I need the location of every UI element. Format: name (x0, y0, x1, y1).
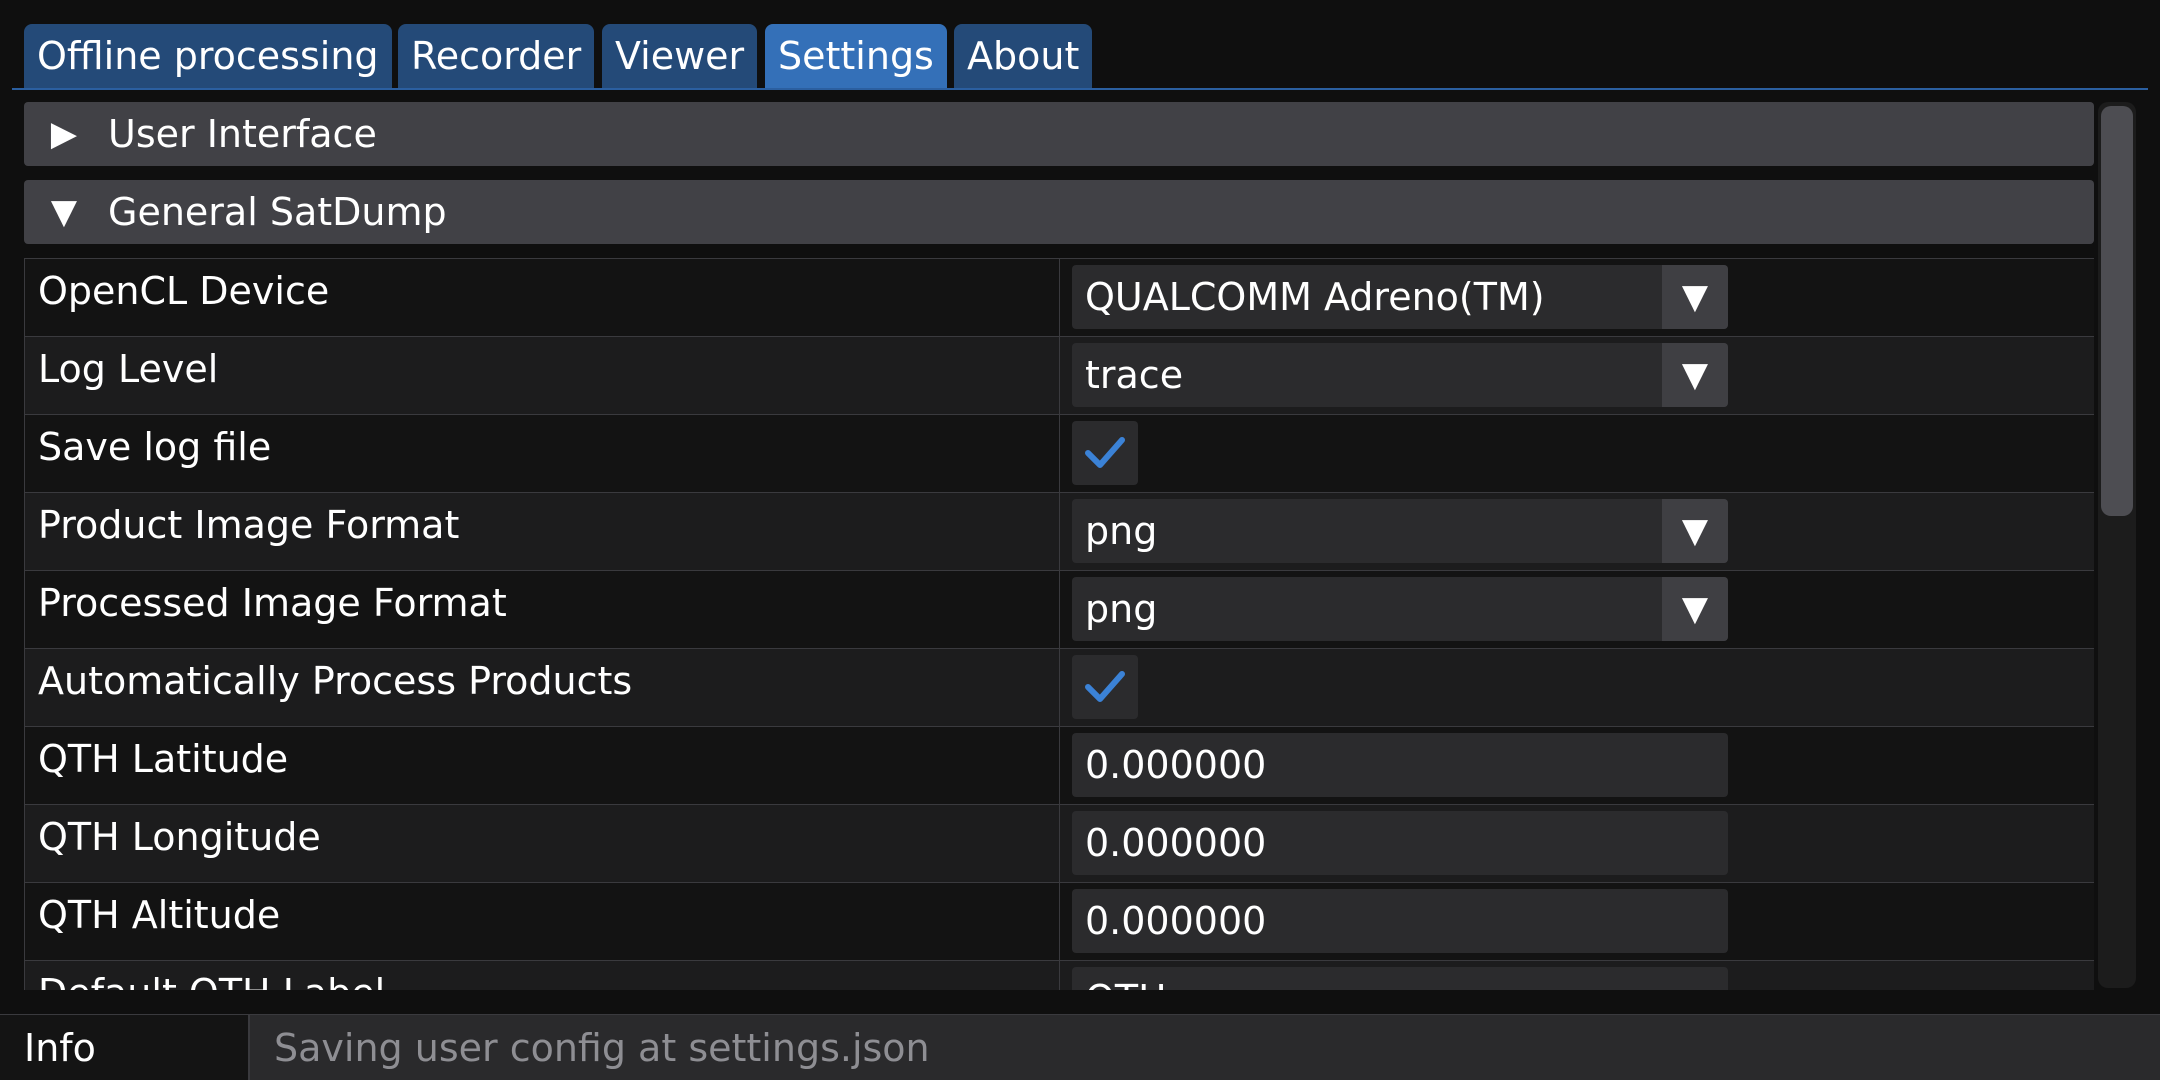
select-value: QUALCOMM Adreno(TM) (1085, 275, 1545, 319)
section-general-satdump[interactable]: ▼ General SatDump (24, 180, 2094, 244)
processed-image-format-select[interactable]: png ▼ (1072, 577, 1728, 641)
setting-row-qth-longitude: QTH Longitude 0.000000 (25, 805, 2094, 883)
product-image-format-select[interactable]: png ▼ (1072, 499, 1728, 563)
status-level-tag: Info (0, 1015, 250, 1080)
input-value: 0.000000 (1085, 821, 1267, 865)
qth-longitude-input[interactable]: 0.000000 (1072, 811, 1728, 875)
setting-row-qth-latitude: QTH Latitude 0.000000 (25, 727, 2094, 805)
column-divider (1059, 571, 1060, 649)
tab-offline-processing[interactable]: Offline processing (24, 24, 392, 88)
status-bar: Info Saving user config at settings.json (0, 1014, 2160, 1080)
triangle-down-icon: ▼ (50, 192, 78, 232)
setting-row-qth-altitude: QTH Altitude 0.000000 (25, 883, 2094, 961)
checkmark-icon (1085, 437, 1125, 468)
status-message: Saving user config at settings.json (274, 1026, 930, 1070)
setting-row-save-log-file: Save log file (25, 415, 2094, 493)
select-value: png (1085, 587, 1158, 631)
setting-label: Default QTH Label (38, 969, 385, 990)
scrollbar-thumb[interactable] (2101, 106, 2133, 516)
setting-row-opencl-device: OpenCL Device QUALCOMM Adreno(TM) ▼ (25, 259, 2094, 337)
input-value: QTH (1085, 967, 1167, 990)
settings-panel: ▶ User Interface ▼ General SatDump OpenC… (24, 102, 2094, 990)
tab-settings[interactable]: Settings (765, 24, 947, 88)
setting-row-log-level: Log Level trace ▼ (25, 337, 2094, 415)
column-divider (1059, 649, 1060, 727)
setting-row-processed-image-format: Processed Image Format png ▼ (25, 571, 2094, 649)
setting-row-product-image-format: Product Image Format png ▼ (25, 493, 2094, 571)
tab-viewer[interactable]: Viewer (602, 24, 758, 88)
column-divider (1059, 493, 1060, 571)
setting-label: QTH Latitude (38, 737, 289, 781)
setting-label: Product Image Format (38, 503, 460, 547)
dropdown-arrow-icon[interactable]: ▼ (1662, 343, 1728, 407)
input-value: 0.000000 (1085, 743, 1267, 787)
setting-label: QTH Longitude (38, 815, 321, 859)
setting-label: Save log file (38, 425, 272, 469)
dropdown-arrow-icon[interactable]: ▼ (1662, 265, 1728, 329)
checkmark-icon (1085, 671, 1125, 702)
setting-row-default-qth-label: Default QTH Label QTH (25, 961, 2094, 990)
column-divider (1059, 805, 1060, 883)
input-value: 0.000000 (1085, 899, 1267, 943)
log-level-select[interactable]: trace ▼ (1072, 343, 1728, 407)
setting-row-auto-process-products: Automatically Process Products (25, 649, 2094, 727)
column-divider (1059, 337, 1060, 415)
setting-label: Log Level (38, 347, 219, 391)
dropdown-arrow-icon[interactable]: ▼ (1662, 577, 1728, 641)
tab-about[interactable]: About (954, 24, 1093, 88)
qth-latitude-input[interactable]: 0.000000 (1072, 733, 1728, 797)
section-title: General SatDump (108, 190, 447, 234)
dropdown-arrow-icon[interactable]: ▼ (1662, 499, 1728, 563)
column-divider (1059, 259, 1060, 337)
column-divider (1059, 415, 1060, 493)
tab-bar: Offline processing Recorder Viewer Setti… (12, 24, 2148, 90)
setting-label: Processed Image Format (38, 581, 507, 625)
setting-label: QTH Altitude (38, 893, 281, 937)
setting-label: OpenCL Device (38, 269, 330, 313)
qth-altitude-input[interactable]: 0.000000 (1072, 889, 1728, 953)
tab-recorder[interactable]: Recorder (398, 24, 595, 88)
select-value: png (1085, 509, 1158, 553)
section-title: User Interface (108, 112, 377, 156)
column-divider (1059, 961, 1060, 990)
settings-scrollbar[interactable] (2098, 102, 2136, 988)
opencl-device-select[interactable]: QUALCOMM Adreno(TM) ▼ (1072, 265, 1728, 329)
column-divider (1059, 727, 1060, 805)
satdump-app: Offline processing Recorder Viewer Setti… (0, 0, 2160, 1080)
settings-table: OpenCL Device QUALCOMM Adreno(TM) ▼ Log … (24, 258, 2094, 990)
section-user-interface[interactable]: ▶ User Interface (24, 102, 2094, 166)
column-divider (1059, 883, 1060, 961)
save-log-file-checkbox[interactable] (1072, 421, 1138, 485)
default-qth-label-input[interactable]: QTH (1072, 967, 1728, 990)
auto-process-products-checkbox[interactable] (1072, 655, 1138, 719)
triangle-right-icon: ▶ (50, 114, 78, 154)
setting-label: Automatically Process Products (38, 659, 633, 703)
select-value: trace (1085, 353, 1184, 397)
